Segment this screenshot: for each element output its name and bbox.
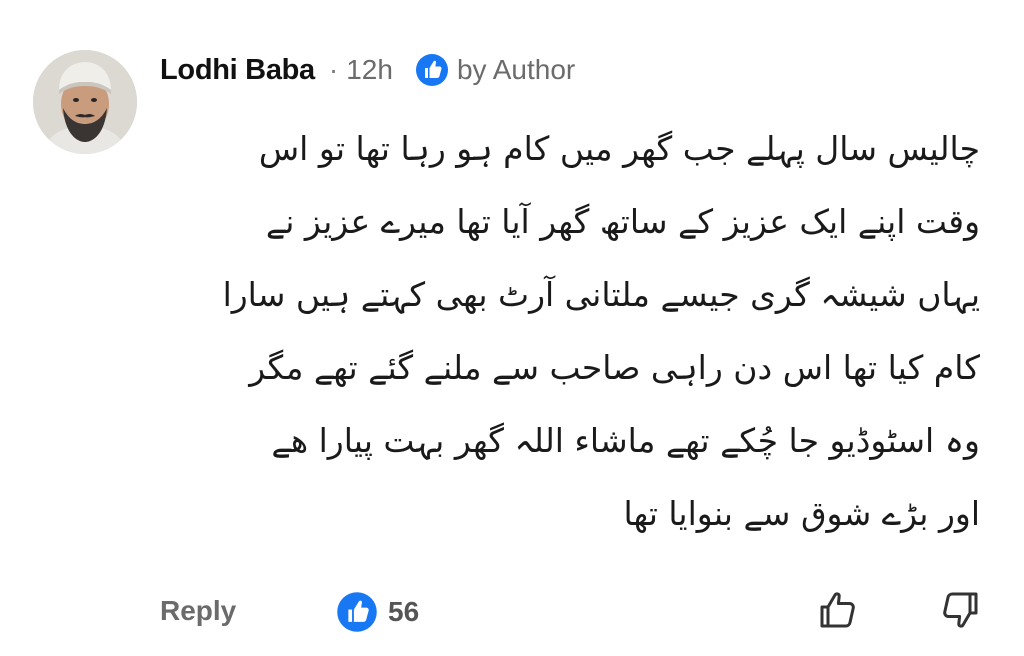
liked-by-author-label: by Author: [456, 54, 576, 85]
like-count: 56: [388, 596, 420, 627]
thumbs-down-icon: [943, 592, 978, 628]
reply-button[interactable]: Reply: [160, 586, 236, 636]
comment-timestamp: 12h: [346, 54, 393, 85]
comment-header: Lodhi Baba · 12h by Author: [160, 50, 575, 90]
comment-body-line: کام کیا تھا اس دن راہی صاحب سے ملنے گئے …: [249, 348, 980, 387]
author-avatar[interactable]: [33, 50, 137, 154]
meta-separator: ·: [328, 54, 339, 85]
like-count-icon: [337, 592, 377, 632]
comment-body-line: وقت اپنے ایک عزیز کے ساتھ گھر آیا تھا می…: [265, 202, 980, 241]
author-name[interactable]: Lodhi Baba: [160, 54, 315, 87]
comment-body-line: یہاں شیشہ گری جیسے ملتانی آرٹ بھی کہتے ہ…: [222, 275, 980, 314]
avatar-image: [33, 50, 137, 154]
like-badge-icon: [415, 53, 449, 87]
thumbs-down-button[interactable]: [938, 588, 982, 632]
thumbs-up-icon: [820, 592, 855, 628]
thumbs-up-button[interactable]: [816, 588, 860, 632]
comment-actions: Reply 56: [160, 586, 990, 636]
comment-body-line: اور بڑے شوق سے بنوایا تھا: [623, 494, 980, 533]
comment-body-line: چالیس سال پہلے جب گھر میں کام ہو رہا تھا…: [258, 129, 980, 168]
comment-body-line: وہ اسٹوڈیو جا چُکے تھے ماشاء اللہ گھر بہ…: [271, 421, 980, 460]
comment-card: Lodhi Baba · 12h by Author چالیس سال پہل…: [0, 0, 1024, 656]
comment-body: چالیس سال پہلے جب گھر میں کام ہو رہا تھا…: [150, 112, 980, 550]
like-summary[interactable]: 56: [336, 590, 419, 634]
